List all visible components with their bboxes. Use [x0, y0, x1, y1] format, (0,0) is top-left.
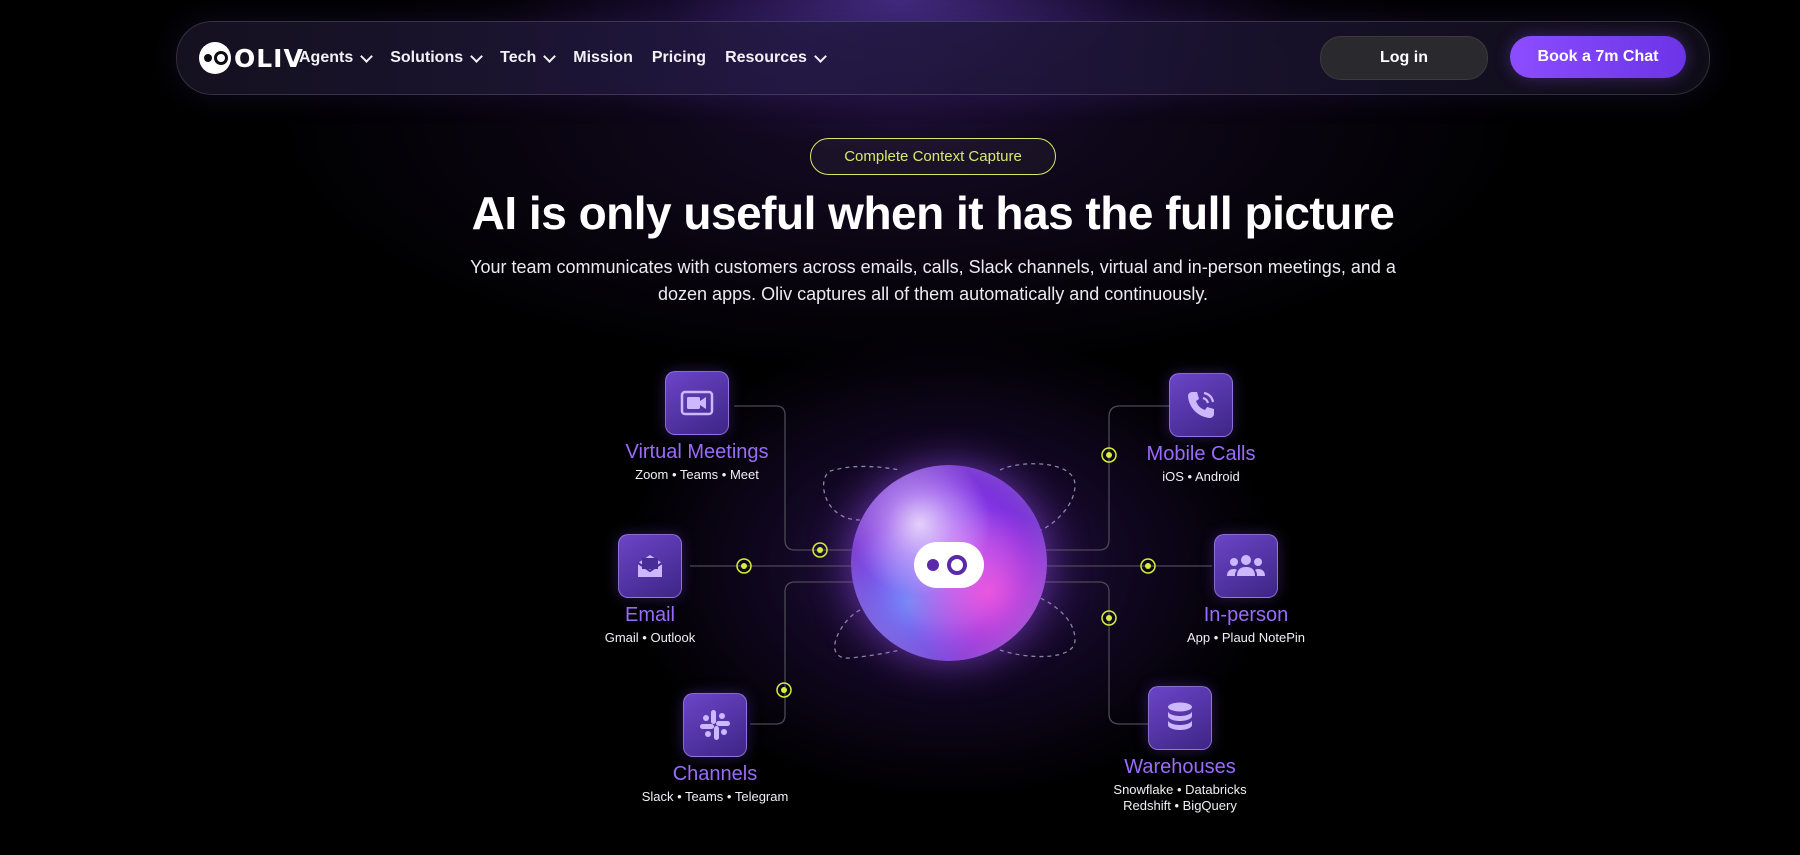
source-channels[interactable]: Channels Slack • Teams • Telegram: [640, 693, 790, 805]
top-navbar: OLIV Agents Solutions Tech Mission Prici…: [176, 21, 1710, 95]
logo-text: OLIV: [234, 43, 304, 73]
source-subtitle: Snowflake • Databricks: [1113, 782, 1247, 797]
source-email[interactable]: Email Gmail • Outlook: [590, 534, 710, 646]
nav-item-resources[interactable]: Resources: [725, 49, 827, 67]
source-virtual-meetings[interactable]: Virtual Meetings Zoom • Teams • Meet: [617, 371, 777, 483]
source-title: Email: [624, 604, 675, 626]
nav-item-label: Tech: [500, 49, 537, 66]
chevron-down-icon: [360, 49, 374, 63]
login-button[interactable]: Log in: [1320, 36, 1488, 80]
users-icon: [1214, 534, 1278, 598]
source-title: In-person: [1203, 604, 1289, 626]
source-title: Virtual Meetings: [625, 441, 769, 463]
oliv-logo[interactable]: OLIV: [199, 42, 304, 74]
database-icon: [1148, 686, 1212, 750]
nav-item-label: Solutions: [390, 49, 464, 66]
source-title: Warehouses: [1124, 756, 1236, 778]
nav-item-label: Resources: [725, 49, 807, 66]
logo-icon: [199, 42, 231, 74]
oliv-orb-logo-icon: [914, 542, 984, 588]
section-badge: Complete Context Capture: [810, 138, 1056, 175]
mail-icon: [618, 534, 682, 598]
nav-item-agents[interactable]: Agents: [299, 49, 374, 67]
video-camera-icon: [665, 371, 729, 435]
nav-links: Agents Solutions Tech Mission Pricing Re…: [299, 22, 844, 94]
source-warehouses[interactable]: Warehouses Snowflake • Databricks Redshi…: [1105, 686, 1255, 814]
nav-item-label: Pricing: [651, 49, 707, 66]
nav-item-label: Agents: [299, 49, 354, 66]
oliv-orb: [851, 465, 1047, 661]
hero-subtext: Your team communicates with customers ac…: [470, 257, 1396, 304]
chevron-down-icon: [470, 49, 483, 63]
page: OLIV Agents Solutions Tech Mission Prici…: [0, 0, 1800, 855]
nav-item-label: Mission: [573, 49, 633, 66]
slack-icon: [683, 693, 747, 757]
source-subtitle: App • Plaud NotePin: [1186, 630, 1305, 645]
hero-headline: AI is only useful when it has the full p…: [471, 187, 1395, 239]
nav-item-solutions[interactable]: Solutions: [390, 49, 483, 67]
source-title: Channels: [672, 763, 758, 785]
chevron-down-icon: [814, 49, 827, 63]
source-subtitle: Zoom • Teams • Meet: [635, 467, 759, 482]
source-in-person[interactable]: In-person App • Plaud NotePin: [1176, 534, 1316, 646]
source-subtitle: iOS • Android: [1162, 469, 1240, 484]
nav-item-tech[interactable]: Tech: [500, 49, 557, 67]
nav-item-pricing[interactable]: Pricing: [652, 49, 706, 67]
source-subtitle: Slack • Teams • Telegram: [641, 789, 789, 804]
nav-item-mission[interactable]: Mission: [573, 49, 633, 67]
source-title: Mobile Calls: [1146, 443, 1256, 465]
phone-icon: [1169, 373, 1233, 437]
source-subtitle-line2: Redshift • BigQuery: [1123, 798, 1237, 813]
book-chat-button[interactable]: Book a 7m Chat: [1510, 36, 1686, 78]
source-mobile-calls[interactable]: Mobile Calls iOS • Android: [1131, 373, 1271, 485]
chevron-down-icon: [543, 49, 557, 63]
source-subtitle: Gmail • Outlook: [604, 630, 696, 645]
